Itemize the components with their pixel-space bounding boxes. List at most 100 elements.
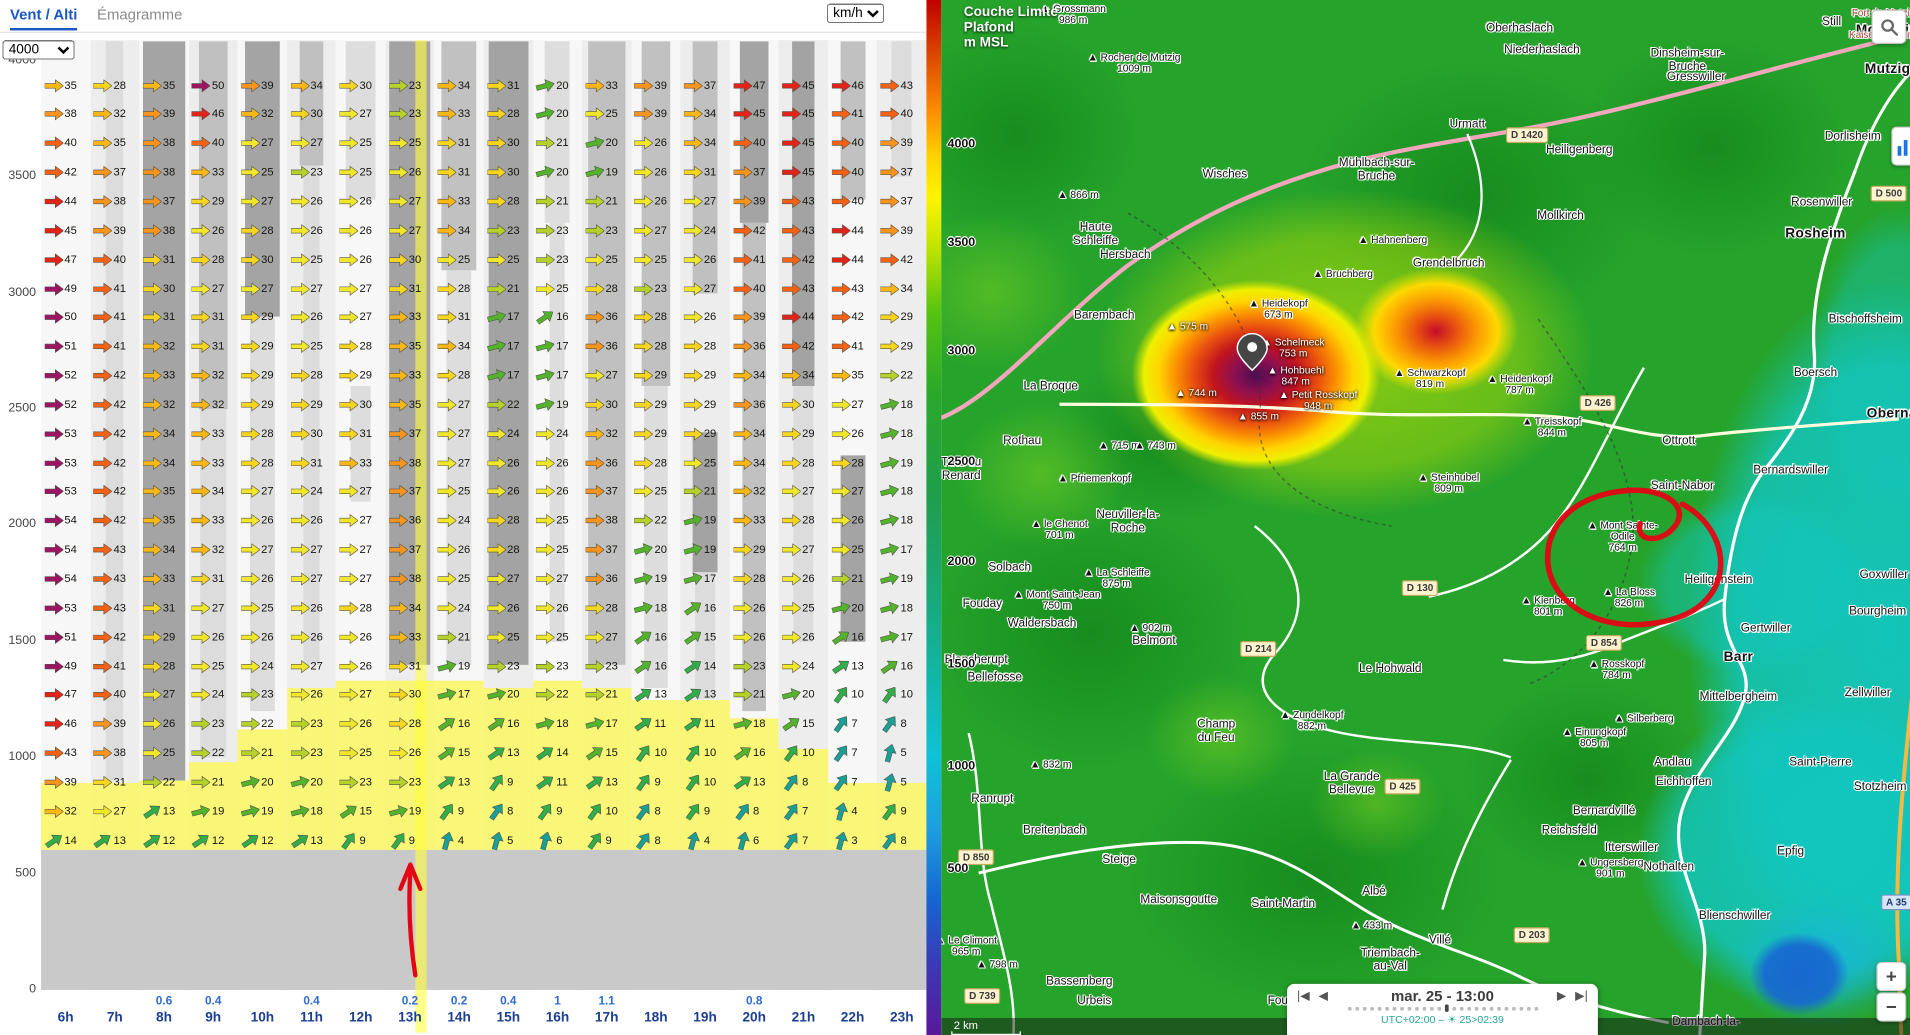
wind-cell: 5 (881, 775, 907, 790)
hour-label[interactable]: 20h (729, 1011, 779, 1026)
wind-arrow-icon (832, 224, 851, 237)
timeline-tick[interactable] (1385, 1006, 1389, 1010)
wind-arrow-icon (535, 76, 557, 94)
hour-label[interactable]: 18h (631, 1011, 681, 1026)
map-label: Rosenwiller (1791, 197, 1852, 210)
wind-cell: 19 (586, 165, 618, 180)
hour-label[interactable]: 19h (680, 1011, 730, 1026)
wind-speed-value: 7 (802, 835, 808, 846)
unit-select[interactable]: km/h (827, 4, 884, 23)
timeline-tick[interactable] (1467, 1006, 1471, 1010)
wind-arrow-icon (45, 776, 64, 789)
wind-speed-value: 31 (212, 341, 224, 352)
wind-cell: 21 (586, 688, 618, 703)
wind-cell: 53 (45, 456, 77, 471)
hour-label[interactable]: 7h (90, 1011, 140, 1026)
wind-cell: 33 (192, 456, 224, 471)
search-button[interactable] (1871, 10, 1906, 44)
timeline-tick[interactable] (1519, 1006, 1523, 1010)
wind-speed-value: 26 (310, 312, 322, 323)
wind-arrow-icon (94, 630, 113, 643)
zoom-in-button[interactable]: + (1876, 962, 1906, 991)
wind-speed-value: 25 (359, 167, 371, 178)
hour-label[interactable]: 14h (434, 1011, 484, 1026)
hour-badge: 0.8 (729, 995, 779, 1008)
timeline-tick[interactable] (1392, 1006, 1396, 1010)
sounding-chart-button[interactable] (1891, 127, 1910, 166)
map-label: ▲ Mont Sainte-Odile764 m (1587, 520, 1658, 554)
wind-speed-value: 20 (802, 690, 814, 701)
first-frame-button[interactable]: |◀ (1297, 989, 1310, 1002)
timeline-tick[interactable] (1482, 1006, 1486, 1010)
wind-arrow-icon (290, 485, 309, 498)
timeline-tick[interactable] (1370, 1006, 1374, 1010)
timeline-tick[interactable] (1437, 1006, 1441, 1010)
wind-cell: 26 (340, 194, 372, 209)
altitude-select[interactable]: 4000 (2, 40, 74, 59)
wind-arrow-icon (94, 427, 113, 440)
hour-label[interactable]: 21h (779, 1011, 829, 1026)
prev-frame-button[interactable]: ◀ (1318, 989, 1328, 1002)
wind-cell: 26 (487, 456, 519, 471)
hour-label[interactable]: 15h (483, 1011, 533, 1026)
timeline-tick[interactable] (1377, 1006, 1381, 1010)
wind-arrow-icon (192, 137, 211, 150)
wind-cell: 43 (881, 78, 913, 93)
hour-label[interactable]: 16h (533, 1011, 583, 1026)
wind-speed-value: 37 (409, 486, 421, 497)
timeline-tick[interactable] (1474, 1006, 1478, 1010)
timeline-tick[interactable] (1504, 1006, 1508, 1010)
wind-cell: 39 (94, 717, 126, 732)
timeline-tick[interactable] (1362, 1006, 1366, 1010)
hour-label[interactable]: 6h (41, 1011, 91, 1026)
wind-speed-value: 36 (605, 312, 617, 323)
timeline-tick[interactable] (1489, 1006, 1493, 1010)
wind-cell: 26 (290, 194, 322, 209)
hour-label[interactable]: 13h (385, 1011, 435, 1026)
timeline-tick[interactable] (1444, 1005, 1448, 1012)
wind-speed-value: 18 (556, 719, 568, 730)
timeline-tick[interactable] (1407, 1006, 1411, 1010)
timeline-tick[interactable] (1511, 1006, 1515, 1010)
wind-arrow-icon (438, 79, 457, 92)
timeline-tick[interactable] (1355, 1006, 1359, 1010)
tab-emagramme[interactable]: Émagramme (97, 6, 182, 23)
wind-arrow-icon (584, 715, 606, 733)
wind-cell: 26 (192, 223, 224, 238)
wind-arrow-icon (438, 340, 457, 353)
wind-cell: 33 (438, 194, 470, 209)
last-frame-button[interactable]: ▶| (1575, 989, 1588, 1002)
timeline-tick[interactable] (1526, 1006, 1530, 1010)
timeline-tick[interactable] (1347, 1006, 1351, 1010)
timeline-tick[interactable] (1414, 1006, 1418, 1010)
hour-label[interactable]: 17h (582, 1011, 632, 1026)
hour-badge: 0.4 (188, 995, 238, 1008)
hour-label[interactable]: 22h (828, 1011, 878, 1026)
wind-speed-value: 36 (753, 399, 765, 410)
hour-label[interactable]: 8h (139, 1011, 189, 1026)
wind-arrow-icon (586, 369, 605, 382)
next-frame-button[interactable]: ▶ (1557, 989, 1567, 1002)
hour-label[interactable]: 11h (287, 1011, 337, 1026)
timeline-tick[interactable] (1400, 1006, 1404, 1010)
hour-label[interactable]: 12h (336, 1011, 386, 1026)
tab-vent-alti[interactable]: Vent / Alti (10, 6, 77, 30)
wind-cell: 52 (45, 368, 77, 383)
wind-arrow-icon (438, 543, 457, 556)
wind-speed-value: 27 (261, 486, 273, 497)
wind-arrow-icon (192, 369, 211, 382)
hour-label[interactable]: 23h (877, 1011, 926, 1026)
zoom-out-button[interactable]: − (1876, 992, 1906, 1021)
timeline-tick[interactable] (1459, 1006, 1463, 1010)
wind-speed-value: 27 (359, 486, 371, 497)
hour-label[interactable]: 9h (188, 1011, 238, 1026)
map-canvas[interactable]: Couche Limite Plafond m MSL 400035003000… (941, 0, 1910, 1035)
hour-label[interactable]: 10h (238, 1011, 288, 1026)
timeline-tick[interactable] (1429, 1006, 1433, 1010)
timeline-tick[interactable] (1534, 1006, 1538, 1010)
timeline-slider[interactable] (1287, 1005, 1598, 1012)
timeline-tick[interactable] (1422, 1006, 1426, 1010)
timeline-tick[interactable] (1497, 1006, 1501, 1010)
timeline-tick[interactable] (1452, 1006, 1456, 1010)
wind-cell: 23 (586, 223, 618, 238)
